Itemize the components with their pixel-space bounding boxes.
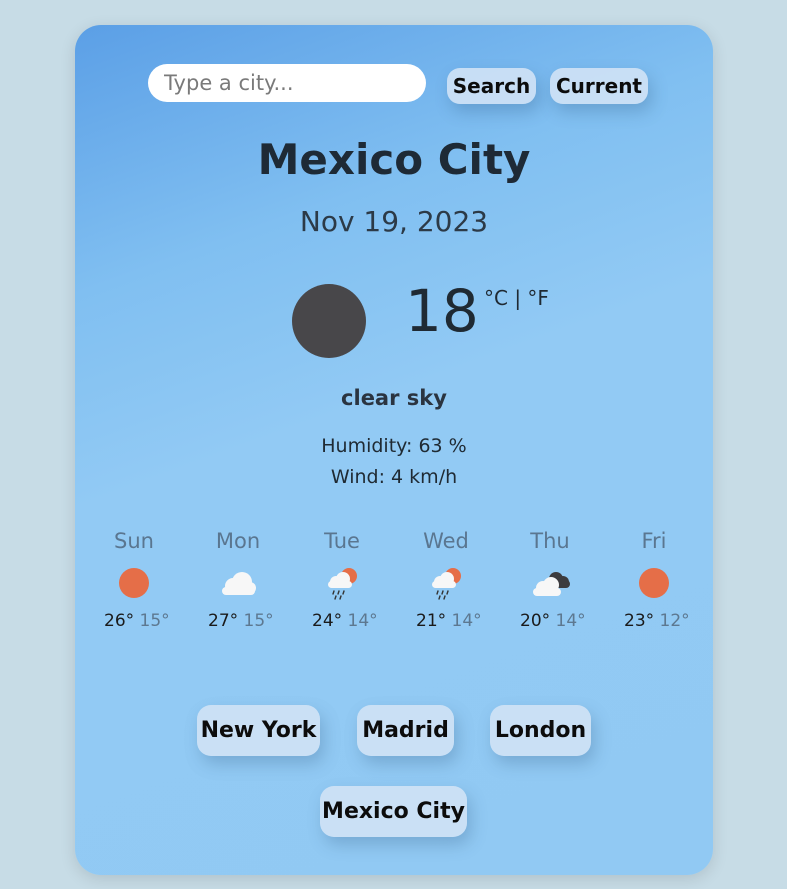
forecast-min: 14° [451, 611, 482, 631]
forecast-max: 26° [104, 611, 135, 631]
forecast-max: 21° [416, 611, 447, 631]
forecast-max: 23° [624, 611, 655, 631]
current-temperature: 18 [405, 277, 479, 345]
rain-cloud-sun-icon [424, 565, 468, 601]
forecast-day-label: Mon [215, 529, 261, 553]
forecast-day-label: Fri [641, 529, 667, 553]
forecast-day: Thu 20° 14° [520, 529, 586, 631]
city-button-london[interactable]: London [490, 705, 591, 756]
humidity-readout: Humidity: 63 % [321, 435, 467, 457]
city-button-mexico-city[interactable]: Mexico City [320, 786, 467, 837]
weather-description: clear sky [341, 386, 447, 410]
forecast-max: 24° [312, 611, 343, 631]
forecast-day-label: Thu [530, 529, 570, 553]
wind-readout: Wind: 4 km/h [330, 466, 458, 488]
forecast-day-label: Sun [114, 529, 154, 553]
forecast-day: Sun 26° 15° [104, 529, 170, 631]
forecast-min: 15° [243, 611, 274, 631]
cloud-icon [216, 565, 260, 601]
city-button-new-york[interactable]: New York [197, 705, 320, 756]
sun-icon [632, 565, 676, 601]
current-location-button[interactable]: Current [550, 68, 648, 104]
rain-cloud-sun-icon [320, 565, 364, 601]
city-search-input[interactable] [148, 64, 426, 102]
forecast-min: 14° [555, 611, 586, 631]
current-weather-icon [292, 284, 366, 358]
forecast-day: Wed 21° 14° [416, 529, 482, 631]
forecast-min: 12° [659, 611, 690, 631]
city-name: Mexico City [257, 135, 531, 184]
sun-icon [112, 565, 156, 601]
weather-card: Search Current Mexico City Nov 19, 2023 … [75, 25, 713, 875]
forecast-max: 20° [520, 611, 551, 631]
forecast-min: 15° [139, 611, 170, 631]
search-button[interactable]: Search [447, 68, 536, 104]
forecast-day: Mon 27° 15° [208, 529, 274, 631]
forecast-min: 14° [347, 611, 378, 631]
dark-clouds-icon [528, 565, 572, 601]
forecast-day-label: Wed [423, 529, 469, 553]
forecast-max: 27° [208, 611, 239, 631]
current-date: Nov 19, 2023 [299, 205, 489, 238]
forecast-day-label: Tue [324, 529, 360, 553]
city-button-madrid[interactable]: Madrid [357, 705, 454, 756]
unit-toggle[interactable]: °C | °F [484, 286, 549, 310]
forecast-day: Fri 23° 12° [624, 529, 690, 631]
forecast-day: Tue 24° 14° [312, 529, 378, 631]
